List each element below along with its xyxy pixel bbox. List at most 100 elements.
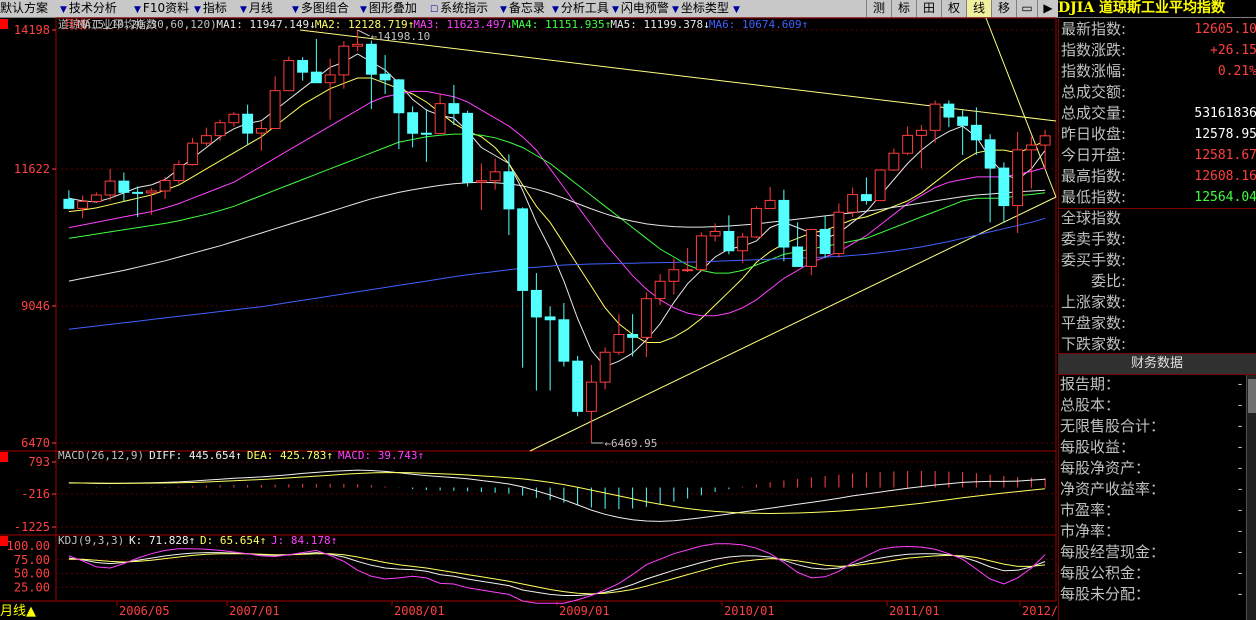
candle-body-up: [682, 269, 694, 272]
low-annotation: ←6469.95: [604, 437, 657, 450]
candle-body-up: [1012, 149, 1024, 207]
candle-body-up: [434, 103, 446, 134]
quote-label: 昨日收盘:: [1061, 125, 1127, 143]
finance-label: 无限售股合计：: [1060, 417, 1166, 435]
finance-value: -: [1236, 566, 1244, 581]
ma-value-ma2: MA2: 12128.719↑: [315, 18, 414, 31]
finance-value: -: [1236, 524, 1244, 539]
candle-body-up: [654, 280, 666, 300]
candle-body-down: [544, 316, 556, 321]
ma-value-ma4: MA4: 11151.935↑: [512, 18, 611, 31]
finance-label: 每股净资产：: [1060, 459, 1151, 477]
kdj-tick-label: 25.00: [14, 580, 50, 594]
candle-body-up: [668, 269, 680, 282]
candle-body-down: [970, 124, 982, 141]
candle-body-up: [915, 129, 927, 136]
candle-body-down: [998, 167, 1010, 207]
finance-value: -: [1236, 587, 1244, 602]
finance-scrollbar[interactable]: [1246, 375, 1256, 620]
finance-row: 每股净资产： -: [1060, 458, 1244, 479]
finance-value: -: [1236, 482, 1244, 497]
x-tick-label: 2011/01: [889, 604, 940, 618]
candle-body-up: [929, 103, 941, 131]
candle-body-down: [530, 289, 542, 318]
finance-row: 每股公积金： -: [1060, 563, 1244, 584]
candle-body-down: [517, 208, 529, 291]
macd-macd-label: MACD: 39.743↑: [338, 449, 424, 462]
candle-body-up: [709, 230, 721, 237]
candle-body-up: [255, 128, 267, 134]
candle-body-down: [792, 246, 804, 267]
candle-body-up: [737, 236, 749, 252]
candle-body-up: [352, 43, 364, 47]
ma-value-ma1: MA1: 11947.149↓: [216, 18, 315, 31]
candle-body-up: [173, 164, 185, 182]
candle-body-up: [200, 135, 212, 144]
finance-row: 每股经营现金： -: [1060, 542, 1244, 563]
candle-body-down: [984, 139, 996, 169]
candle-body-down: [448, 103, 460, 114]
quote-row: 上涨家数:: [1061, 292, 1256, 313]
quote-divider: [1059, 208, 1256, 209]
quote-row: 最低指数: 12564.04: [1061, 187, 1256, 208]
finance-row: 市盈率： -: [1060, 500, 1244, 521]
quote-value: 12578.95: [1194, 127, 1256, 142]
finance-label: 净资产收益率：: [1060, 480, 1166, 498]
quote-row: 总成交额:: [1061, 82, 1256, 103]
finance-label: 市盈率：: [1060, 501, 1121, 519]
finance-data-header[interactable]: 财务数据: [1058, 353, 1256, 375]
candle-body-down: [407, 112, 419, 134]
finance-value: -: [1236, 419, 1244, 434]
kdj-k-label: K: 71.828↑: [129, 534, 195, 547]
macd-diff-line: [68, 469, 1046, 522]
finance-label: 总股本：: [1060, 396, 1121, 414]
warning-triangle-icon: ▲: [26, 604, 37, 619]
candle-body-down: [420, 132, 432, 135]
scrollbar-thumb[interactable]: [1248, 379, 1256, 413]
quote-label: 总成交量:: [1061, 104, 1127, 122]
candle-body-down: [943, 103, 955, 118]
finance-label: 报告期：: [1060, 375, 1121, 393]
candle-body-down: [118, 180, 130, 193]
finance-label: 市净率：: [1060, 522, 1121, 540]
high-annotation: ←14198.10: [371, 30, 431, 43]
finance-row: 市净率： -: [1060, 521, 1244, 542]
candle-body-up: [888, 152, 900, 171]
candle-body-up: [585, 381, 597, 412]
finance-label: 每股收益：: [1060, 438, 1136, 456]
quote-row: 委卖手数:: [1061, 229, 1256, 250]
candle-body-up: [324, 74, 336, 84]
kdj-tick-label: 50.00: [14, 567, 50, 581]
quote-row: 指数涨幅: 0.21%: [1061, 61, 1256, 82]
candle-body-up: [764, 199, 776, 210]
candle-body-up: [90, 194, 102, 202]
finance-row: 报告期： -: [1060, 374, 1244, 395]
quote-value: 12608.16: [1194, 169, 1256, 184]
candle-body-down: [132, 191, 144, 194]
candle-body-down: [393, 79, 405, 114]
macd-tick-label: -1225: [14, 520, 50, 534]
candle-body-up: [338, 45, 350, 76]
ma-line-ma6: [68, 217, 1046, 330]
candle-body-up: [805, 228, 817, 267]
quote-label: 最高指数:: [1061, 167, 1127, 185]
finance-value: -: [1236, 503, 1244, 518]
macd-tick-label: 793: [28, 455, 50, 469]
kdj-param: KDJ(9,3,3): [58, 534, 124, 547]
panel-marker: [0, 452, 8, 462]
quote-label: 全球指数: [1061, 209, 1122, 227]
candle-body-down: [558, 319, 570, 362]
quote-row: 下跌家数:: [1061, 334, 1256, 355]
kdj-d-label: D: 65.654↑: [200, 534, 266, 547]
panel-marker: [0, 19, 8, 29]
macd-dea-line: [68, 471, 1046, 515]
quote-row: 委买手数:: [1061, 250, 1256, 271]
y-tick-label: 14198: [14, 23, 50, 37]
candle-body-up: [695, 235, 707, 271]
quote-label: 指数涨幅:: [1061, 62, 1127, 80]
chart-area[interactable]: 14198 11622 9046 6470 793 -216 -1225 100.0075.0…: [0, 0, 1058, 620]
candle-body-up: [750, 208, 762, 238]
quote-row: 全球指数: [1061, 208, 1256, 229]
finance-value: -: [1236, 398, 1244, 413]
candle-body-up: [640, 298, 652, 338]
